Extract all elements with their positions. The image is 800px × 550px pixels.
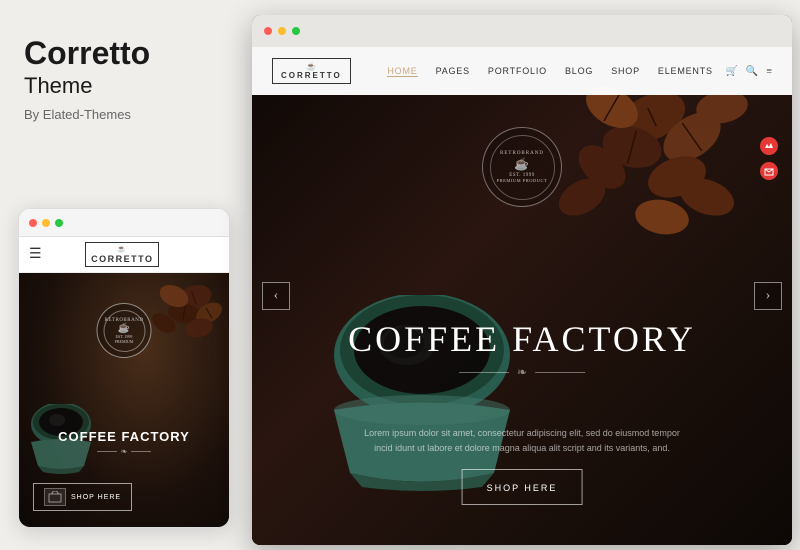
mobile-divider: ❧ <box>19 447 229 456</box>
right-chevron-icon: › <box>766 288 771 304</box>
hero-divider-icon: ❧ <box>517 365 527 380</box>
desktop-dot-red <box>264 27 272 35</box>
desktop-dot-yellow <box>278 27 286 35</box>
left-panel: Corretto Theme By Elated-Themes ☰ ☕ CORR… <box>0 0 248 550</box>
mobile-shop-icon <box>44 488 66 506</box>
dot-red <box>29 219 37 227</box>
dot-yellow <box>42 219 50 227</box>
hero-main-title: COFFEE FACTORY ❧ <box>348 318 696 380</box>
desktop-hero: ☕ CORRETTO HOME PAGES PORTFOLIO BLOG SHO… <box>252 47 792 545</box>
desktop-logo: ☕ CORRETTO <box>272 58 351 84</box>
mobile-shop-btn[interactable]: shop HeRE <box>33 483 132 511</box>
hamburger-icon[interactable]: ☰ <box>29 246 42 263</box>
desktop-logo-text: CORRETTO <box>281 71 342 80</box>
mobile-beans-svg <box>144 278 224 353</box>
nav-link-pages[interactable]: PAGES <box>436 66 470 77</box>
hero-badge-top: RETROBRAND <box>500 151 544 156</box>
mobile-divider-line-right <box>131 451 151 452</box>
search-icon[interactable]: 🔍 <box>746 66 758 77</box>
hero-divider-right <box>535 372 585 373</box>
mobile-divider-line-left <box>97 451 117 452</box>
mobile-nav: ☰ ☕ CORRETTO <box>19 237 229 273</box>
hero-badge-sub: PREMIUM PRODUCT <box>497 178 548 183</box>
hero-divider-row: ❧ <box>348 365 696 380</box>
mobile-coffee-title: COFFEE FACTORY <box>19 429 229 444</box>
nav-link-blog[interactable]: BLOG <box>565 66 593 77</box>
cart-icon[interactable]: 🛒 <box>725 66 737 77</box>
mobile-hero: RETROBRAND ☕ EST. 1999 PREMIUM COFFEE FA… <box>19 273 229 528</box>
hero-divider-left <box>459 372 509 373</box>
mobile-badge-inner: RETROBRAND ☕ EST. 1999 PREMIUM <box>103 310 145 352</box>
mobile-circular-badge: RETROBRAND ☕ EST. 1999 PREMIUM <box>97 303 152 358</box>
hero-shop-button[interactable]: SHOP HERE <box>462 469 583 505</box>
notification-badge-1 <box>760 137 778 155</box>
hero-title-text: COFFEE FACTORY <box>348 318 696 360</box>
desktop-browser-bar <box>252 15 792 47</box>
mobile-logo-icon: ☕ <box>117 245 127 253</box>
theme-title: Corretto <box>24 36 224 71</box>
hero-description-text: Lorem ipsum dolor sit amet, consectetur … <box>362 426 682 455</box>
menu-icon[interactable]: ≡ <box>766 66 772 77</box>
mobile-shop-text: shop HeRE <box>71 494 121 501</box>
nav-link-elements[interactable]: ELEMENTS <box>658 66 713 77</box>
desktop-nav: ☕ CORRETTO HOME PAGES PORTFOLIO BLOG SHO… <box>252 47 792 95</box>
mobile-badge-icon: ☕ <box>118 323 130 334</box>
hero-badge-icon: ☕ <box>514 157 529 172</box>
nav-link-shop[interactable]: SHOP <box>611 66 640 77</box>
hero-badge-inner: RETROBRAND ☕ EST. 1999 PREMIUM PRODUCT <box>490 135 555 200</box>
mobile-preview: ☰ ☕ CORRETTO <box>18 208 230 528</box>
mobile-badge-sub: PREMIUM <box>115 339 134 344</box>
theme-author: By Elated-Themes <box>24 107 224 122</box>
desktop-nav-links: HOME PAGES PORTFOLIO BLOG SHOP ELEMENTS <box>375 66 726 77</box>
dot-green <box>55 219 63 227</box>
hero-circular-badge: RETROBRAND ☕ EST. 1999 PREMIUM PRODUCT <box>482 127 562 207</box>
left-chevron-icon: ‹ <box>274 288 279 304</box>
hero-description: Lorem ipsum dolor sit amet, consectetur … <box>362 426 682 455</box>
mobile-hero-text: COFFEE FACTORY ❧ <box>19 429 229 459</box>
mobile-logo-text: CORRETTO <box>91 254 153 264</box>
nav-link-home[interactable]: HOME <box>387 66 417 77</box>
slider-arrow-right[interactable]: › <box>754 282 782 310</box>
desktop-dot-green <box>292 27 300 35</box>
mobile-browser-bar <box>19 209 229 237</box>
mobile-divider-icon: ❧ <box>121 447 128 456</box>
theme-subtitle: Theme <box>24 73 224 99</box>
desktop-logo-icon: ☕ <box>306 62 316 71</box>
notification-badge-2 <box>760 162 778 180</box>
hero-shop-text: SHOP HERE <box>487 483 558 493</box>
nav-link-portfolio[interactable]: PORTFOLIO <box>488 66 547 77</box>
slider-arrow-left[interactable]: ‹ <box>262 282 290 310</box>
desktop-preview: ☕ CORRETTO HOME PAGES PORTFOLIO BLOG SHO… <box>252 15 792 545</box>
nav-icons: 🛒 🔍 ≡ <box>725 66 772 77</box>
mobile-logo: ☕ CORRETTO <box>85 242 159 267</box>
